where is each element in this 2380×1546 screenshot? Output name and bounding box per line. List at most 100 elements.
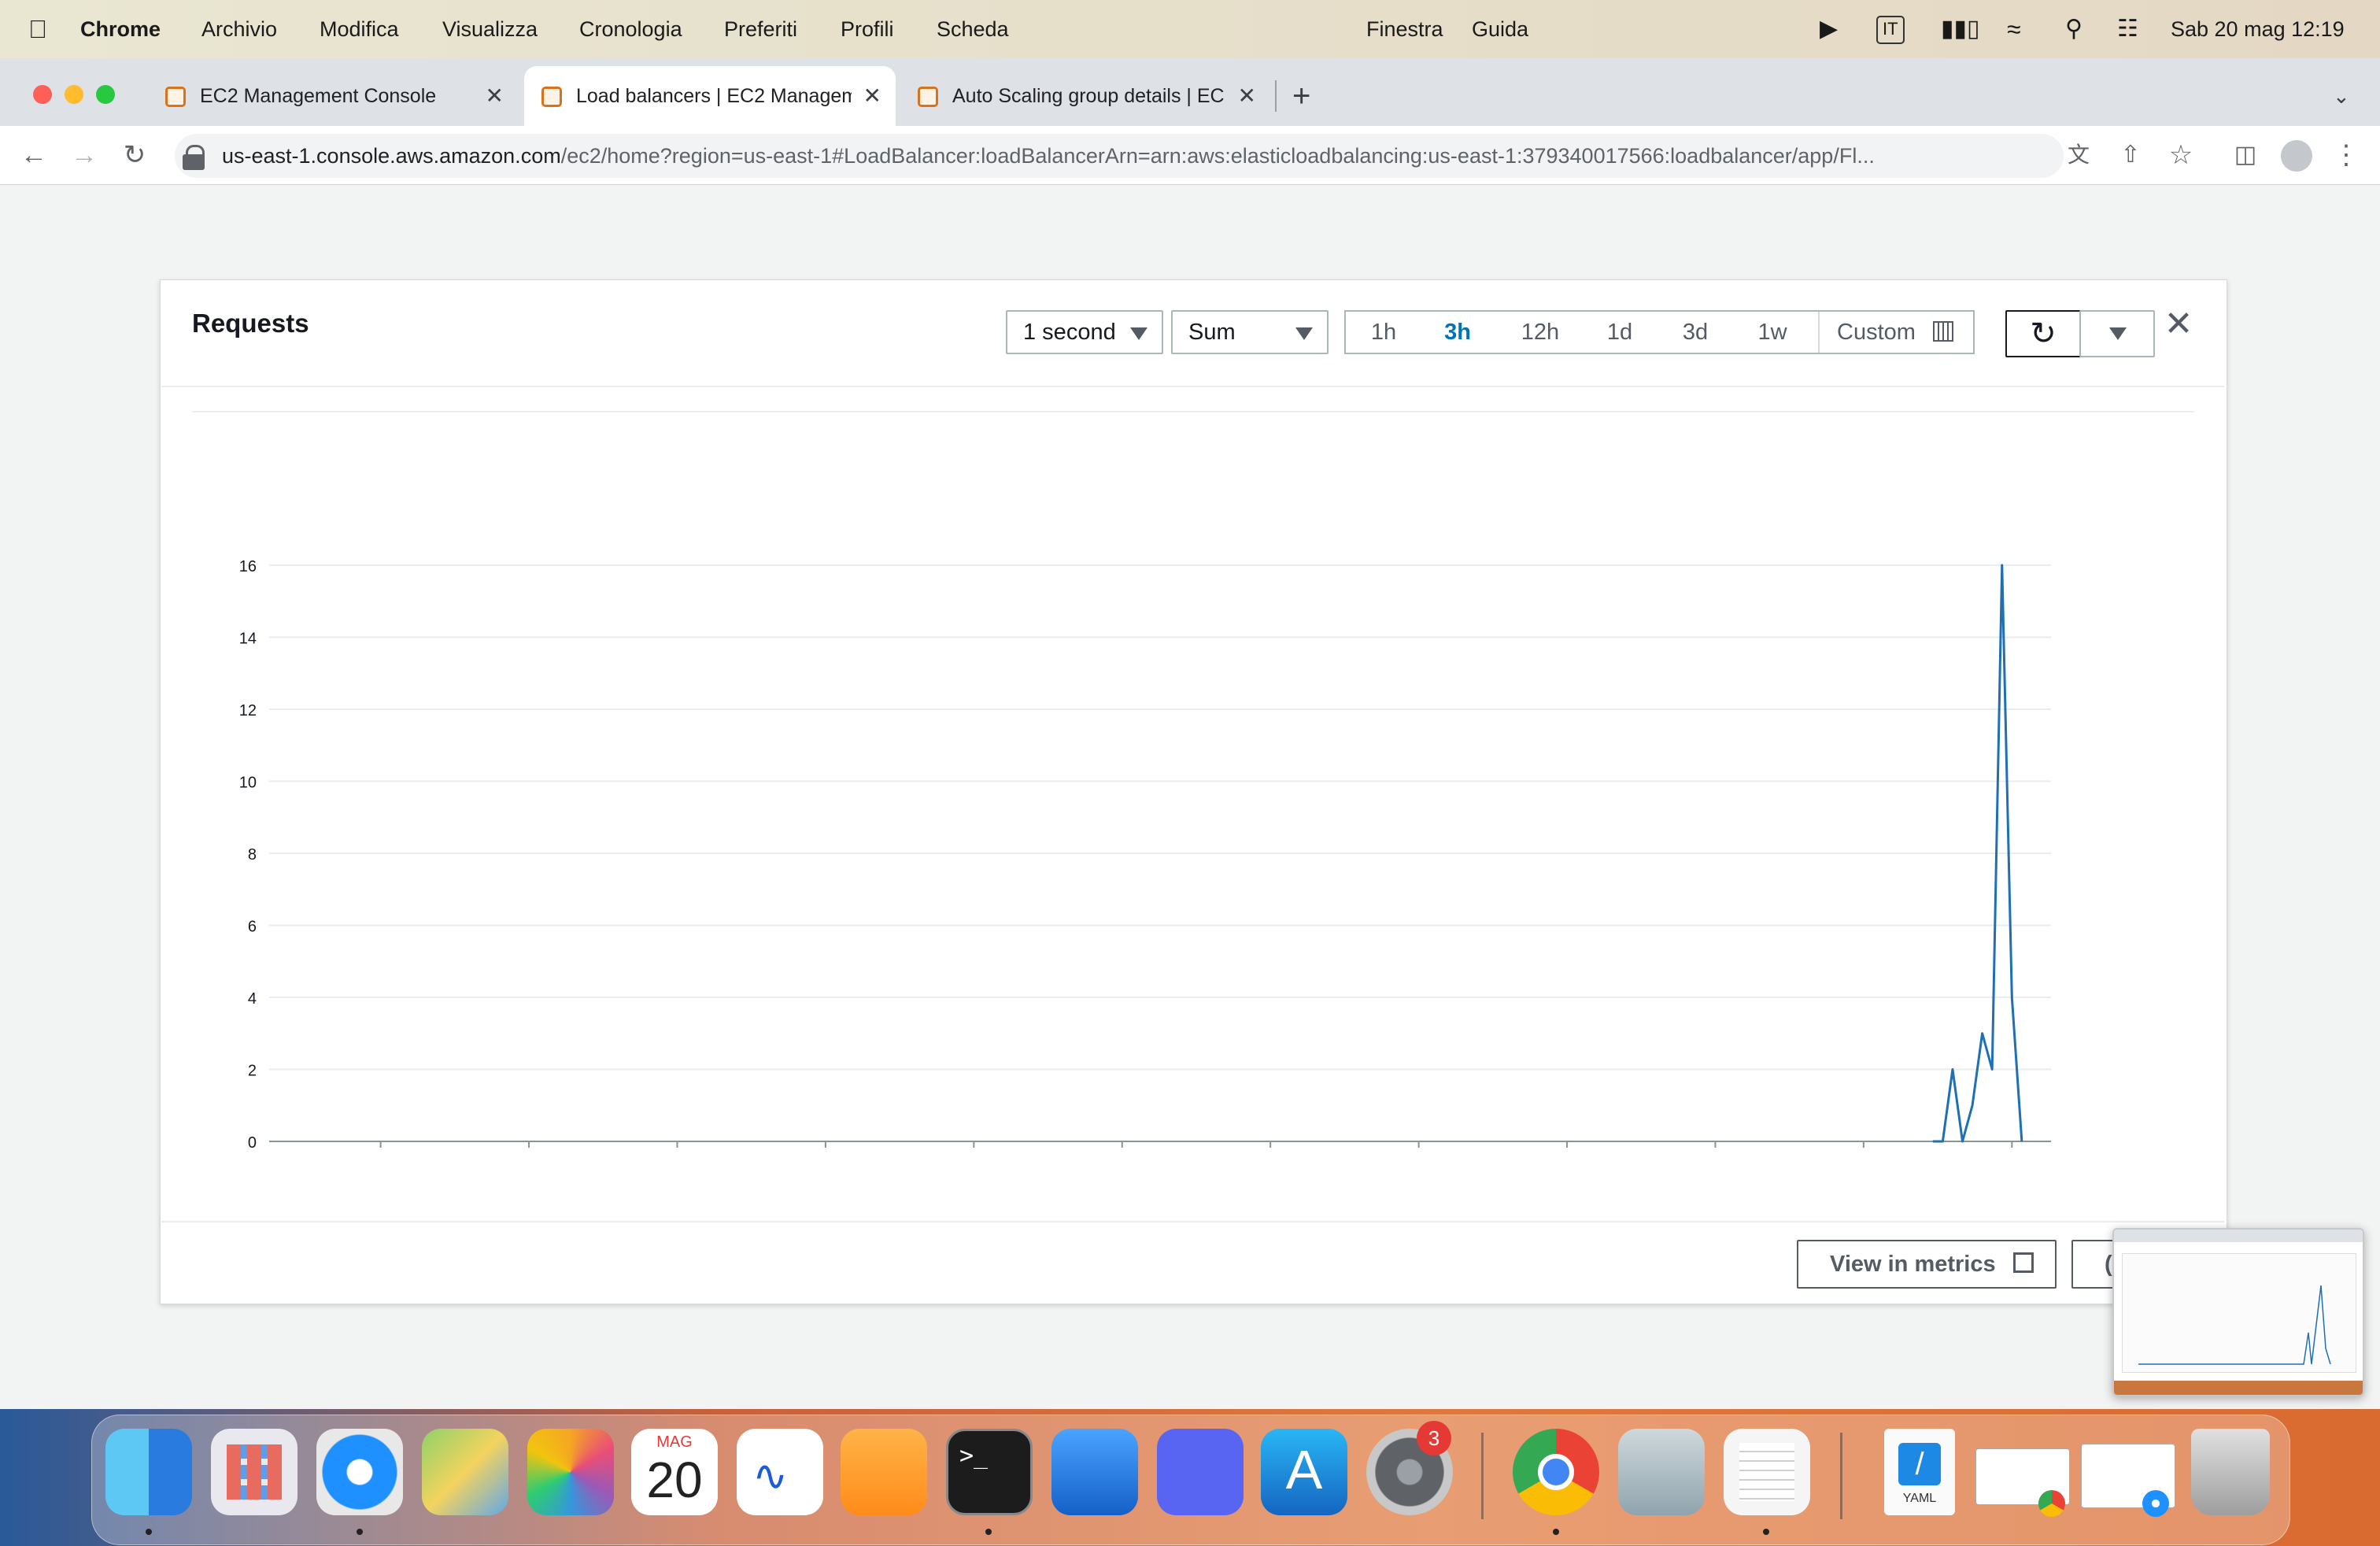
menu-app-name[interactable]: Chrome (80, 0, 161, 58)
y-tick-label: 4 (248, 990, 257, 1008)
freeform-scribble: ∿ (752, 1452, 789, 1500)
forward-arrow-icon[interactable]: → (65, 126, 104, 184)
running-indicator (1553, 1529, 1559, 1535)
xcode-hammer-icon[interactable] (1051, 1429, 1138, 1515)
running-indicator (146, 1529, 152, 1535)
textedit-icon[interactable] (1724, 1429, 1810, 1515)
trash-icon[interactable] (2191, 1429, 2270, 1515)
refresh-interval-dropdown[interactable] (2079, 310, 2155, 357)
close-icon[interactable]: ✕ (2163, 307, 2194, 342)
freeform-icon[interactable]: ∿ (737, 1429, 823, 1515)
terminal-icon[interactable]: >_ (946, 1429, 1033, 1515)
finder-icon[interactable] (105, 1429, 192, 1515)
reload-icon[interactable]: ↻ (115, 126, 154, 184)
range-3d[interactable]: 3d (1664, 312, 1727, 353)
range-custom[interactable]: Custom (1826, 312, 1979, 353)
battery-icon[interactable]: ▮▮▯ (1941, 0, 1980, 58)
app-store-glyph: A (1285, 1439, 1323, 1500)
y-tick-label: 0 (248, 1134, 257, 1152)
tab-close-icon[interactable]: ✕ (1238, 66, 1256, 126)
menu-finestra[interactable]: Finestra (1366, 0, 1443, 58)
share-icon[interactable]: ⇧ (2111, 126, 2150, 184)
y-tick-label: 14 (239, 631, 257, 648)
range-1d[interactable]: 1d (1590, 312, 1650, 353)
tab-title: Auto Scaling group details | EC (952, 85, 1225, 107)
tab-title: EC2 Management Console (200, 85, 437, 107)
preview-icon[interactable] (1618, 1429, 1705, 1515)
calendar-month: MAG (656, 1433, 693, 1451)
back-arrow-icon[interactable]: ← (14, 126, 54, 184)
refresh-button[interactable]: ↻ (2005, 310, 2081, 357)
safari-compass-icon[interactable] (316, 1429, 403, 1515)
range-1w[interactable]: 1w (1741, 312, 1804, 353)
dock-separator (1481, 1433, 1484, 1519)
new-tab-plus-icon[interactable]: + (1292, 66, 1310, 126)
translate-icon[interactable]: 文 (2059, 126, 2098, 184)
view-in-metrics-button[interactable]: View in metrics (1797, 1240, 2057, 1289)
screenshot-thumbnail-preview[interactable] (2112, 1228, 2364, 1396)
range-1h[interactable]: 1h (1354, 312, 1414, 353)
input-source-indicator[interactable]: IT (1876, 16, 1905, 44)
period-select[interactable]: 1 second (1006, 310, 1163, 354)
secondary-footer-label: ( (2105, 1252, 2112, 1277)
view-in-metrics-label: View in metrics (1830, 1252, 1996, 1277)
app-store-icon[interactable]: A (1261, 1429, 1347, 1515)
window-close-button[interactable] (33, 85, 52, 104)
requests-line-chart: 024681012141607:3007:4508:0008:1508:3008… (239, 558, 2051, 1152)
y-tick-label: 6 (248, 919, 257, 936)
launchpad-grid (227, 1444, 282, 1500)
menu-archivio[interactable]: Archivio (201, 0, 277, 58)
calendar-app-icon[interactable]: MAG 20 (631, 1429, 718, 1515)
pages-pencil-icon[interactable] (841, 1429, 927, 1515)
more-menu-icon[interactable]: ⋮ (2326, 126, 2366, 184)
chrome-icon[interactable] (1513, 1429, 1599, 1515)
footer-divider (161, 1221, 2224, 1222)
menu-preferiti[interactable]: Preferiti (724, 0, 797, 58)
tab-load-balancers[interactable]: Load balancers | EC2 Managem ✕ (524, 66, 896, 126)
menu-scheda[interactable]: Scheda (937, 0, 1009, 58)
running-indicator (357, 1529, 363, 1535)
photos-icon[interactable] (527, 1429, 614, 1515)
menu-profili[interactable]: Profili (841, 0, 894, 58)
menu-guida[interactable]: Guida (1472, 0, 1528, 58)
url-text[interactable]: us-east-1.console.aws.amazon.com/ec2/hom… (222, 134, 1875, 178)
menu-modifica[interactable]: Modifica (320, 0, 399, 58)
spotlight-search-icon[interactable]: ⚲ (2065, 0, 2082, 58)
bookmark-star-icon[interactable]: ☆ (2161, 126, 2201, 184)
modal-title: Requests (192, 309, 309, 338)
menu-bar:  Chrome Archivio Modifica Visualizza Cr… (0, 0, 2380, 58)
y-tick-label: 8 (248, 846, 257, 864)
launchpad-icon[interactable] (211, 1429, 298, 1515)
range-3h[interactable]: 3h (1428, 312, 1488, 353)
window-zoom-button[interactable] (96, 85, 115, 104)
wifi-icon[interactable]: ≈ (2007, 0, 2021, 58)
chart-top-divider (192, 411, 2194, 412)
profile-avatar[interactable] (2281, 140, 2312, 172)
range-divider (1818, 312, 1820, 353)
discord-icon[interactable] (1157, 1429, 1244, 1515)
caret-down-icon (2109, 327, 2127, 340)
side-panel-icon[interactable]: ◫ (2226, 126, 2265, 184)
menu-visualizza[interactable]: Visualizza (442, 0, 538, 58)
tab-auto-scaling[interactable]: Auto Scaling group details | EC ✕ (900, 66, 1270, 126)
tab-ec2-console[interactable]: EC2 Management Console ✕ (148, 66, 518, 126)
now-playing-icon[interactable]: ▶︎ (1820, 0, 1838, 58)
menu-cronologia[interactable]: Cronologia (579, 0, 682, 58)
control-center-icon[interactable]: ☷ (2117, 0, 2138, 58)
dock-separator (1840, 1433, 1842, 1519)
custom-label: Custom (1837, 320, 1916, 345)
maps-icon[interactable] (422, 1429, 508, 1515)
tab-search-chevron-down-icon[interactable]: ⌄ (2333, 66, 2350, 126)
y-tick-label: 2 (248, 1063, 257, 1080)
notification-badge: 3 (1417, 1421, 1451, 1455)
apple-icon[interactable]:  (28, 0, 47, 58)
statistic-select[interactable]: Sum (1171, 310, 1329, 354)
range-12h[interactable]: 12h (1505, 312, 1576, 353)
calendar-icon (1932, 321, 1953, 342)
window-minimize-button[interactable] (65, 85, 83, 104)
tab-close-icon[interactable]: ✕ (863, 66, 881, 126)
tab-close-icon[interactable]: ✕ (486, 66, 504, 126)
menu-clock[interactable]: Sab 20 mag 12:19 (2171, 0, 2345, 58)
yaml-file-icon[interactable]: / YAML (1884, 1429, 1955, 1515)
chrome-center (1538, 1454, 1574, 1490)
